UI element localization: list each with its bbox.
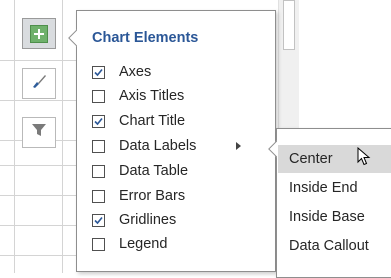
- chart-element-label: Gridlines: [119, 212, 177, 228]
- submenu-item-label: Data Callout: [289, 238, 369, 254]
- chart-element-label: Data Table: [119, 163, 189, 179]
- grid-line: [0, 165, 80, 166]
- chart-element-legend[interactable]: Legend: [92, 233, 272, 255]
- submenu-pointer: [267, 139, 277, 159]
- chart-styles-button[interactable]: [22, 68, 56, 99]
- chart-element-chart-title[interactable]: Chart Title: [92, 110, 272, 132]
- chart-element-label: Data Labels: [119, 138, 197, 154]
- submenu-item-label: Center: [289, 151, 333, 167]
- grid-line: [14, 0, 15, 273]
- chart-element-data-table[interactable]: Data Table: [92, 160, 272, 182]
- grid-line: [0, 100, 80, 101]
- chart-element-label: Legend: [119, 236, 168, 252]
- submenu-item-center[interactable]: Center: [278, 145, 391, 173]
- submenu-item-label: Inside End: [289, 180, 358, 196]
- grid-line: [0, 60, 80, 61]
- grid-line: [0, 195, 80, 196]
- submenu-item-inside-base[interactable]: Inside Base: [278, 203, 391, 231]
- chart-element-label: Error Bars: [119, 188, 186, 204]
- checkbox[interactable]: [92, 139, 105, 153]
- chart-filters-button[interactable]: [22, 117, 56, 148]
- chart-element-gridlines[interactable]: Gridlines: [92, 209, 272, 231]
- grid-line: [62, 0, 63, 273]
- plus-icon: [30, 24, 48, 43]
- filter-icon: [30, 121, 48, 144]
- chart-element-axis-titles[interactable]: Axis Titles: [92, 85, 272, 107]
- data-labels-submenu: Center Inside End Inside Base Data Callo…: [276, 128, 391, 278]
- chart-element-error-bars[interactable]: Error Bars: [92, 185, 272, 207]
- chart-element-axes[interactable]: Axes: [92, 61, 272, 83]
- checkbox[interactable]: [92, 213, 105, 227]
- mouse-cursor-icon: [357, 146, 371, 177]
- submenu-item-inside-end[interactable]: Inside End: [278, 174, 391, 202]
- submenu-arrow-icon[interactable]: [236, 142, 241, 150]
- paintbrush-icon: [29, 71, 49, 96]
- chart-elements-button[interactable]: [22, 18, 56, 49]
- panel-pointer: [67, 28, 77, 48]
- checkbox[interactable]: [92, 89, 105, 103]
- chart-element-label: Axis Titles: [119, 88, 185, 104]
- chart-elements-panel: Chart Elements Axes Axis Titles Chart Ti…: [76, 10, 276, 272]
- chart-element-label: Chart Title: [119, 113, 186, 129]
- scroll-thumb[interactable]: [283, 0, 295, 50]
- checkbox[interactable]: [92, 189, 105, 203]
- chart-element-data-labels[interactable]: Data Labels: [92, 135, 272, 157]
- checkbox[interactable]: [92, 65, 105, 79]
- checkbox[interactable]: [92, 114, 105, 128]
- grid-line: [0, 225, 80, 226]
- submenu-item-data-callout[interactable]: Data Callout: [278, 232, 391, 260]
- grid-line: [0, 255, 80, 256]
- submenu-item-label: Inside Base: [289, 209, 365, 225]
- chart-element-label: Axes: [119, 64, 152, 80]
- checkbox[interactable]: [92, 164, 105, 178]
- panel-title: Chart Elements: [92, 30, 199, 46]
- checkbox[interactable]: [92, 237, 105, 251]
